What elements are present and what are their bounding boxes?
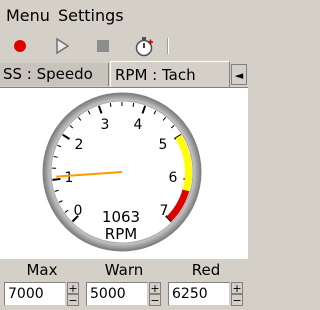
gauge-tick [52, 177, 61, 181]
tab-speedo[interactable]: SS : Speedo [0, 63, 109, 86]
record-icon[interactable] [10, 36, 30, 56]
toolbar [0, 32, 248, 60]
warn-label: Warn [104, 261, 144, 279]
max-input[interactable] [4, 282, 66, 306]
warn-input[interactable] [86, 282, 148, 306]
tab-tach-label: RPM : Tach [115, 66, 196, 84]
tachometer-panel: 0 1 2 3 4 5 6 7 1063 RPM [0, 88, 248, 259]
tab-speedo-label: SS : Speedo [3, 65, 93, 83]
limit-fields: Max Warn Red + − + − + − [0, 258, 248, 310]
toolbar-separator [167, 38, 169, 54]
warn-decrement-button[interactable]: − [149, 294, 161, 306]
gauge-tick-label: 3 [101, 117, 110, 133]
warn-increment-button[interactable]: + [149, 282, 161, 294]
gauge-tick-label: 0 [74, 203, 83, 219]
gauge-tick-label: 1 [65, 170, 74, 186]
gauge-tick-label: 6 [169, 170, 178, 186]
arrow-left-icon: ◄ [234, 69, 244, 82]
gauge-unit: RPM [105, 225, 137, 243]
tachometer-gauge: 0 1 2 3 4 5 6 7 1063 RPM [42, 92, 202, 252]
stop-icon[interactable] [93, 36, 113, 56]
menu-menu[interactable]: Menu [6, 7, 50, 25]
tab-scroll-left-button[interactable]: ◄ [231, 64, 247, 85]
red-label: Red [191, 261, 221, 279]
red-decrement-button[interactable]: − [231, 294, 243, 306]
red-stepper[interactable]: + − [231, 282, 243, 306]
max-decrement-button[interactable]: − [67, 294, 79, 306]
max-stepper[interactable]: + − [67, 282, 79, 306]
gauge-tick [132, 102, 135, 108]
menu-settings[interactable]: Settings [58, 7, 124, 25]
max-increment-button[interactable]: + [67, 282, 79, 294]
gauge-tick-label: 2 [75, 137, 84, 153]
gauge-value: 1063 [102, 208, 140, 226]
red-increment-button[interactable]: + [231, 282, 243, 294]
gauge-tick-label: 4 [134, 117, 143, 133]
gauge-tick [109, 102, 112, 108]
warn-stepper[interactable]: + − [149, 282, 161, 306]
play-icon[interactable] [52, 36, 72, 56]
stopwatch-icon[interactable] [134, 36, 154, 57]
max-label: Max [26, 261, 58, 279]
red-input[interactable] [168, 282, 230, 306]
gauge-tick-label: 7 [160, 203, 169, 219]
menu-bar: Menu Settings [0, 0, 248, 30]
tab-tach[interactable]: RPM : Tach [110, 61, 230, 87]
gauge-tick-label: 5 [159, 137, 168, 153]
tab-bar: SS : Speedo RPM : Tach ◄ [0, 61, 248, 88]
